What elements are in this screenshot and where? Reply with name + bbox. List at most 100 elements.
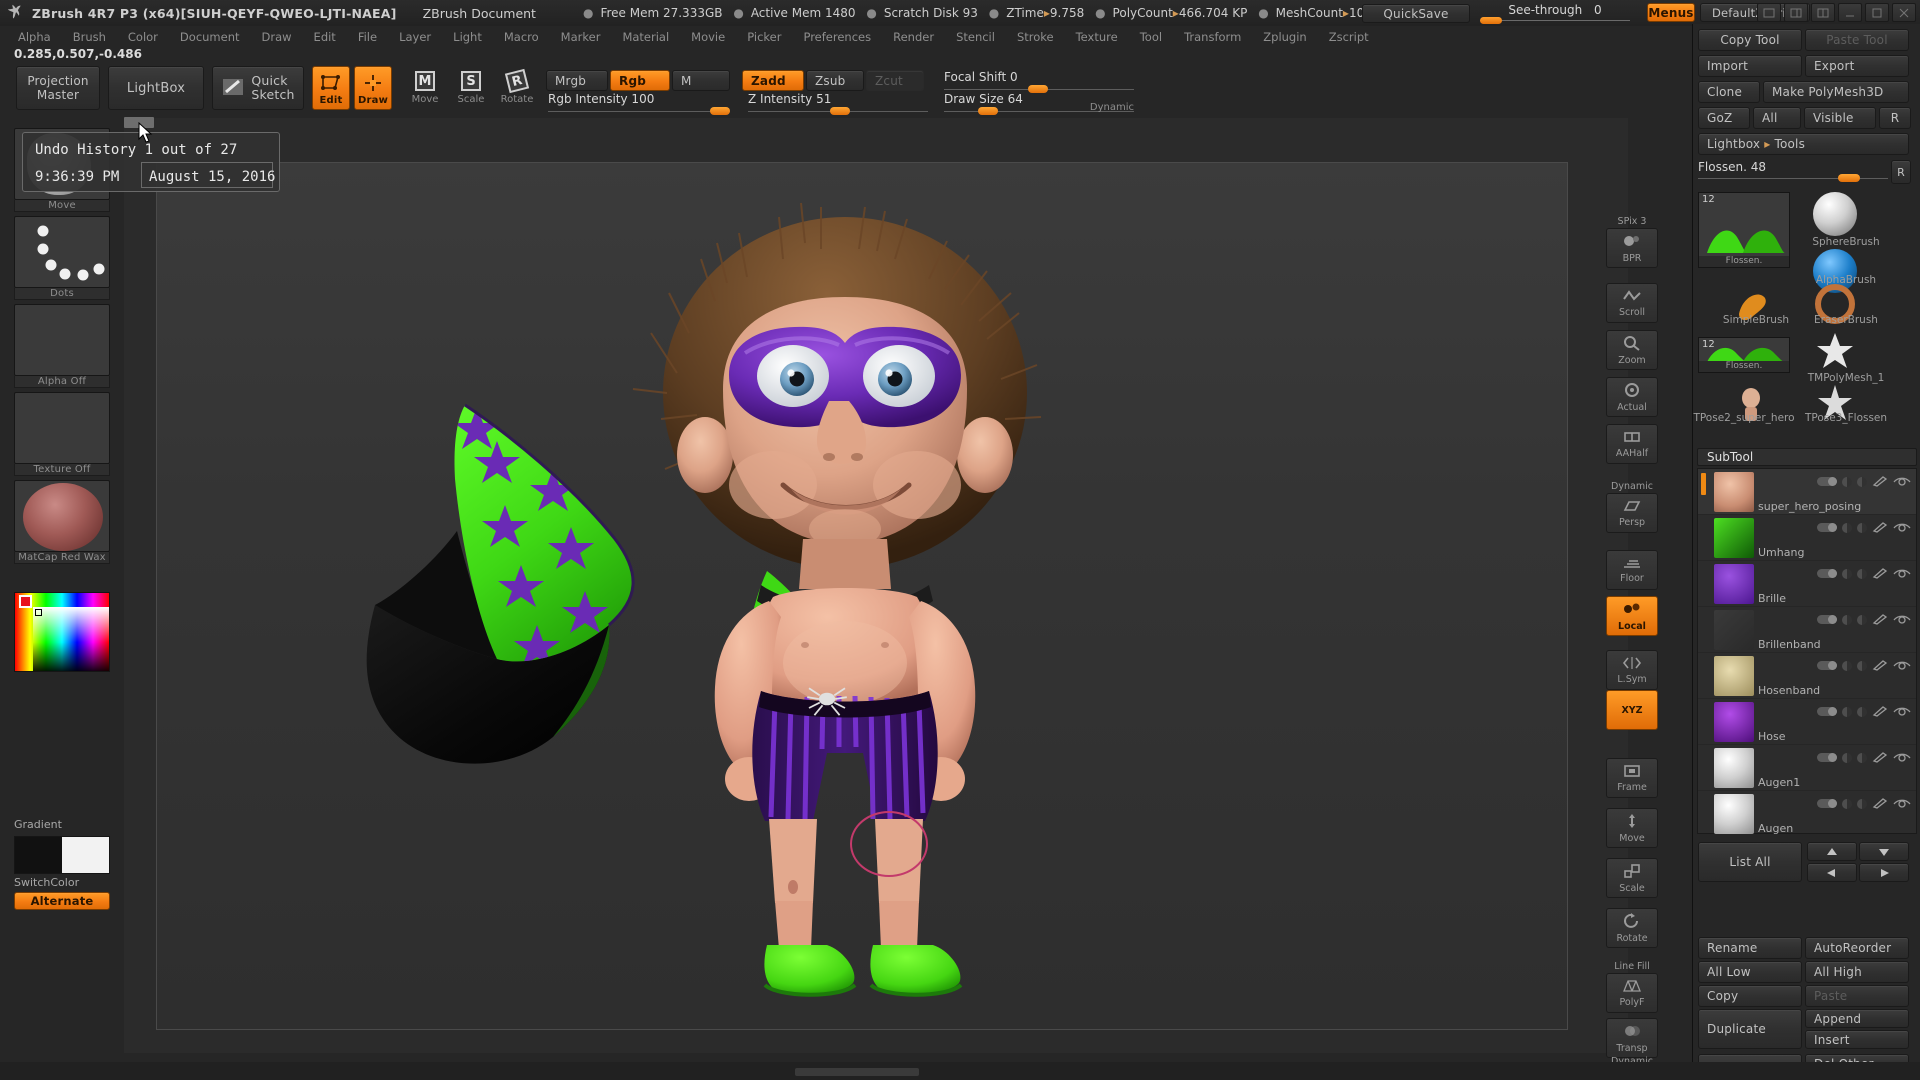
subtool-transparency-icon[interactable]	[1857, 476, 1867, 487]
export-button[interactable]: Export	[1805, 55, 1909, 77]
subtool-eye-icon[interactable]	[1893, 752, 1911, 763]
draw-size-slider[interactable]: Draw Size 64 Dynamic	[944, 92, 1134, 115]
zcut-button[interactable]: Zcut	[866, 70, 924, 91]
rename-button[interactable]: Rename	[1698, 937, 1802, 959]
vstrip-button-aahalf[interactable]: AAHalf	[1606, 424, 1658, 464]
subtool-row[interactable]: super_hero_posing	[1698, 469, 1916, 515]
append-button[interactable]: Append	[1805, 1009, 1909, 1028]
move-mode-button[interactable]: M Move	[404, 68, 446, 110]
vstrip-button-rotate[interactable]: Rotate	[1606, 908, 1658, 948]
vstrip-button-frame[interactable]: Frame	[1606, 758, 1658, 798]
projection-master-button[interactable]: Projection Master	[16, 66, 100, 110]
vstrip-button-l-sym[interactable]: L.Sym	[1606, 650, 1658, 690]
shelf-item-stroke[interactable]: Dots	[14, 216, 110, 300]
subtool-eye-icon[interactable]	[1893, 660, 1911, 671]
see-through-slider[interactable]: See-through 0	[1480, 3, 1630, 24]
brush-spherebrush[interactable]	[1813, 192, 1857, 236]
close-icon[interactable]	[1892, 3, 1916, 22]
subtool-paint-icon[interactable]	[1872, 568, 1888, 579]
menu-item-zscript[interactable]: Zscript	[1319, 28, 1379, 46]
subtool-transparency-icon[interactable]	[1857, 752, 1867, 763]
subtool-polypaint-icon[interactable]	[1842, 476, 1852, 487]
document-canvas[interactable]	[156, 162, 1568, 1030]
menu-item-preferences[interactable]: Preferences	[793, 28, 881, 46]
lightbox-button[interactable]: LightBox	[108, 66, 204, 110]
subtool-paint-icon[interactable]	[1872, 706, 1888, 717]
brush-tmpolymesh[interactable]	[1813, 329, 1857, 373]
subtool-row[interactable]: Hosenband	[1698, 653, 1916, 699]
subtool-eye-icon[interactable]	[1893, 522, 1911, 533]
current-tool-thumbnail[interactable]: 12 Flossen.	[1698, 192, 1790, 268]
vstrip-button-bpr[interactable]: BPR	[1606, 228, 1658, 268]
vstrip-button-actual[interactable]: Actual	[1606, 377, 1658, 417]
menu-item-movie[interactable]: Movie	[681, 28, 735, 46]
copy-tool-button[interactable]: Copy Tool	[1698, 29, 1802, 51]
subtool-eye-icon[interactable]	[1893, 798, 1911, 809]
duplicate-button[interactable]: Duplicate	[1698, 1009, 1802, 1049]
move-up-button[interactable]	[1807, 842, 1857, 861]
menu-item-layer[interactable]: Layer	[389, 28, 441, 46]
subtool-polypaint-icon[interactable]	[1842, 660, 1852, 671]
vstrip-button-polyf[interactable]: PolyF	[1606, 973, 1658, 1013]
subtool-visibility-toggle[interactable]	[1817, 707, 1837, 716]
subtool-paint-icon[interactable]	[1872, 752, 1888, 763]
menu-item-transform[interactable]: Transform	[1174, 28, 1251, 46]
vstrip-button-move[interactable]: Move	[1606, 808, 1658, 848]
subtool-visibility-toggle[interactable]	[1817, 799, 1837, 808]
menu-item-tool[interactable]: Tool	[1130, 28, 1172, 46]
menu-item-document[interactable]: Document	[170, 28, 250, 46]
menu-item-picker[interactable]: Picker	[737, 28, 791, 46]
window-icon-3[interactable]	[1811, 3, 1835, 22]
menu-item-macro[interactable]: Macro	[494, 28, 549, 46]
goz-button[interactable]: GoZ	[1698, 107, 1750, 129]
color-picker[interactable]	[14, 592, 110, 678]
subtool-visibility-toggle[interactable]	[1817, 523, 1837, 532]
quicksave-button[interactable]: QuickSave	[1362, 4, 1470, 23]
subtool-polypaint-icon[interactable]	[1842, 568, 1852, 579]
maximize-icon[interactable]	[1865, 3, 1889, 22]
vstrip-button-zoom[interactable]: Zoom	[1606, 330, 1658, 370]
subtool-transparency-icon[interactable]	[1857, 798, 1867, 809]
alternate-button[interactable]: Alternate	[14, 892, 110, 910]
menu-item-color[interactable]: Color	[118, 28, 168, 46]
all-high-button[interactable]: All High	[1805, 961, 1909, 983]
menu-item-texture[interactable]: Texture	[1066, 28, 1128, 46]
vstrip-button-xyz[interactable]: XYZ	[1606, 690, 1658, 730]
subtool-visibility-toggle[interactable]	[1817, 615, 1837, 624]
subtool-polypaint-icon[interactable]	[1842, 752, 1852, 763]
subtool-visibility-toggle[interactable]	[1817, 477, 1837, 486]
vstrip-button-persp[interactable]: Persp	[1606, 493, 1658, 533]
edit-mode-button[interactable]: Edit	[312, 66, 350, 110]
subtool-row[interactable]: Augen1	[1698, 745, 1916, 791]
subtool-polypaint-icon[interactable]	[1842, 522, 1852, 533]
move-right-button[interactable]	[1859, 863, 1909, 882]
tool-thumb-secondary[interactable]: 12 Flossen.	[1698, 337, 1790, 373]
insert-button[interactable]: Insert	[1805, 1030, 1909, 1049]
subtool-paint-icon[interactable]	[1872, 660, 1888, 671]
flossen-r-button[interactable]: R	[1891, 160, 1911, 184]
subtool-row[interactable]: Augen	[1698, 791, 1916, 837]
subtool-eye-icon[interactable]	[1893, 476, 1911, 487]
subtool-polypaint-icon[interactable]	[1842, 706, 1852, 717]
menu-item-draw[interactable]: Draw	[252, 28, 302, 46]
move-down-button[interactable]	[1859, 842, 1909, 861]
quick-sketch-button[interactable]: Quick Sketch	[212, 66, 304, 110]
all-button[interactable]: All	[1753, 107, 1801, 129]
subtool-transparency-icon[interactable]	[1857, 522, 1867, 533]
subtool-visibility-toggle[interactable]	[1817, 753, 1837, 762]
scale-mode-button[interactable]: S Scale	[450, 68, 492, 110]
subtool-row[interactable]: Hose	[1698, 699, 1916, 745]
copy-button[interactable]: Copy	[1698, 985, 1802, 1007]
menu-item-zplugin[interactable]: Zplugin	[1253, 28, 1316, 46]
subtool-eye-icon[interactable]	[1893, 568, 1911, 579]
subtool-transparency-icon[interactable]	[1857, 614, 1867, 625]
vstrip-button-scroll[interactable]: Scroll	[1606, 283, 1658, 323]
subtool-row[interactable]: Brille	[1698, 561, 1916, 607]
minimize-icon[interactable]	[1838, 3, 1862, 22]
menu-item-edit[interactable]: Edit	[304, 28, 346, 46]
vstrip-button-scale[interactable]: Scale	[1606, 858, 1658, 898]
m-button[interactable]: M	[672, 70, 730, 91]
clone-button[interactable]: Clone	[1698, 81, 1760, 103]
r-button[interactable]: R	[1879, 107, 1911, 129]
subtool-row[interactable]: Brillenband	[1698, 607, 1916, 653]
